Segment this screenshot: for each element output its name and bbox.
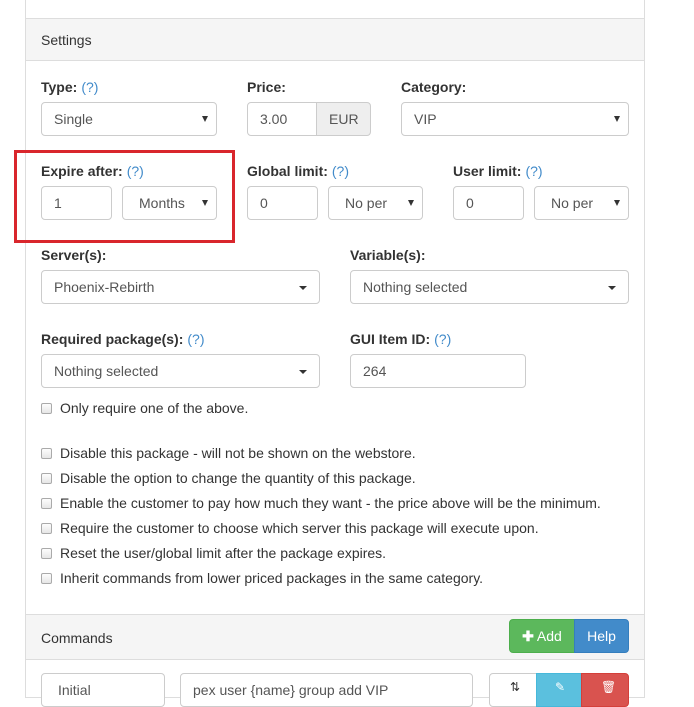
chevron-down-icon xyxy=(614,116,620,122)
user-limit-label-text: User limit: xyxy=(453,163,522,179)
type-help-link[interactable]: (?) xyxy=(81,79,98,95)
user-limit-help-link[interactable]: (?) xyxy=(525,163,542,179)
commands-help-label: Help xyxy=(587,628,616,644)
add-command-label: Add xyxy=(536,628,562,644)
required-packages-label: Required package(s): (?) xyxy=(41,331,205,347)
type-label-text: Type: xyxy=(41,79,78,95)
command-input-value: pex user {name} group add VIP xyxy=(193,682,389,698)
chevron-down-icon xyxy=(614,200,620,206)
price-label: Price: xyxy=(247,79,286,95)
global-limit-period-value: No per xyxy=(345,195,388,211)
type-select-value: Single xyxy=(54,111,93,127)
commands-help-button[interactable]: Help xyxy=(574,619,629,653)
trash-icon: 🗑 xyxy=(601,680,617,694)
option-inherit-commands[interactable]: Inherit commands from lower priced packa… xyxy=(41,570,483,588)
disable-package-checkbox[interactable] xyxy=(41,448,52,459)
command-trigger-value: Initial xyxy=(58,682,91,698)
edit-icon: ✎ xyxy=(555,680,566,694)
option-text: Disable this package - will not be shown… xyxy=(60,445,416,461)
global-limit-input[interactable]: 0 xyxy=(247,186,318,220)
servers-label: Server(s): xyxy=(41,247,107,263)
plus-icon: ✚ xyxy=(522,628,534,644)
variables-select-value: Nothing selected xyxy=(363,279,468,295)
option-text: Enable the customer to pay how much they… xyxy=(60,495,601,511)
global-limit-period-select[interactable]: No per xyxy=(328,186,423,220)
disable-quantity-checkbox[interactable] xyxy=(41,473,52,484)
type-select[interactable]: Single xyxy=(41,102,217,136)
option-text: Require the customer to choose which ser… xyxy=(60,520,539,536)
reset-limit-checkbox[interactable] xyxy=(41,548,52,559)
gui-item-label: GUI Item ID: (?) xyxy=(350,331,451,347)
category-label: Category: xyxy=(401,79,467,95)
only-require-one-option[interactable]: Only require one of the above. xyxy=(41,400,248,418)
option-disable-quantity[interactable]: Disable the option to change the quantit… xyxy=(41,470,416,488)
only-require-one-text: Only require one of the above. xyxy=(60,400,249,416)
currency-addon: EUR xyxy=(316,102,371,136)
choose-server-checkbox[interactable] xyxy=(41,523,52,534)
global-limit-value: 0 xyxy=(260,195,268,211)
caret-down-icon xyxy=(299,370,307,374)
command-trigger-select[interactable]: Initial xyxy=(41,673,165,707)
expire-highlight-box xyxy=(14,150,235,243)
command-input[interactable]: pex user {name} group add VIP xyxy=(180,673,473,707)
variables-select[interactable]: Nothing selected xyxy=(350,270,629,304)
settings-title: Settings xyxy=(41,32,92,48)
gui-item-help-link[interactable]: (?) xyxy=(434,331,451,347)
price-input-value: 3.00 xyxy=(260,111,288,127)
required-packages-help-link[interactable]: (?) xyxy=(187,331,204,347)
option-reset-limit[interactable]: Reset the user/global limit after the pa… xyxy=(41,545,386,563)
type-label: Type: (?) xyxy=(41,79,98,95)
chevron-down-icon xyxy=(408,200,414,206)
caret-down-icon xyxy=(299,286,307,290)
panel-top-strip xyxy=(26,0,644,19)
global-limit-help-link[interactable]: (?) xyxy=(332,163,349,179)
option-disable-package[interactable]: Disable this package - will not be shown… xyxy=(41,445,416,463)
user-limit-period-value: No per xyxy=(551,195,594,211)
servers-select-value: Phoenix-Rebirth xyxy=(54,279,155,295)
option-pay-what-you-want[interactable]: Enable the customer to pay how much they… xyxy=(41,495,601,513)
user-limit-input[interactable]: 0 xyxy=(453,186,524,220)
user-limit-label: User limit: (?) xyxy=(453,163,543,179)
servers-select[interactable]: Phoenix-Rebirth xyxy=(41,270,320,304)
move-icon: ⇅ xyxy=(510,680,521,694)
chevron-down-icon xyxy=(202,116,208,122)
gui-item-label-text: GUI Item ID: xyxy=(350,331,431,347)
command-edit-button[interactable]: ✎ xyxy=(536,673,582,707)
user-limit-period-select[interactable]: No per xyxy=(534,186,629,220)
variables-label: Variable(s): xyxy=(350,247,426,263)
only-require-one-checkbox[interactable] xyxy=(41,403,52,414)
commands-title: Commands xyxy=(41,630,113,646)
option-choose-server[interactable]: Require the customer to choose which ser… xyxy=(41,520,539,538)
caret-down-icon xyxy=(608,286,616,290)
gui-item-value: 264 xyxy=(363,363,387,379)
required-packages-label-text: Required package(s): xyxy=(41,331,184,347)
required-packages-value: Nothing selected xyxy=(54,363,159,379)
command-delete-button[interactable]: 🗑 xyxy=(581,673,629,707)
option-text: Inherit commands from lower priced packa… xyxy=(60,570,484,586)
category-select-value: VIP xyxy=(414,111,437,127)
user-limit-value: 0 xyxy=(466,195,474,211)
price-input[interactable]: 3.00 xyxy=(247,102,317,136)
inherit-commands-checkbox[interactable] xyxy=(41,573,52,584)
option-text: Reset the user/global limit after the pa… xyxy=(60,545,387,561)
pay-what-you-want-checkbox[interactable] xyxy=(41,498,52,509)
settings-heading: Settings xyxy=(26,19,644,61)
global-limit-label: Global limit: (?) xyxy=(247,163,349,179)
add-command-button[interactable]: ✚ Add xyxy=(509,619,575,653)
gui-item-input[interactable]: 264 xyxy=(350,354,526,388)
required-packages-select[interactable]: Nothing selected xyxy=(41,354,320,388)
option-text: Disable the option to change the quantit… xyxy=(60,470,416,486)
global-limit-label-text: Global limit: xyxy=(247,163,328,179)
category-select[interactable]: VIP xyxy=(401,102,629,136)
command-move-button[interactable]: ⇅ xyxy=(489,673,537,707)
